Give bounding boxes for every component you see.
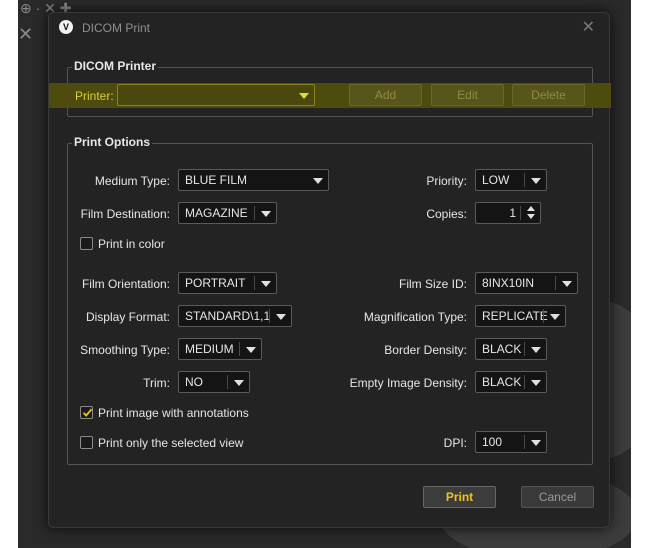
combo-separator [269, 309, 270, 323]
film-orientation-select[interactable]: PORTRAIT [178, 272, 277, 294]
chevron-down-icon [313, 178, 323, 184]
trim-value: NO [185, 375, 203, 389]
display-format-value: STANDARD\1,1 [185, 309, 271, 323]
combo-separator [239, 342, 240, 356]
dpi-value: 100 [482, 435, 503, 449]
magnification-type-label: Magnification Type: [363, 310, 467, 324]
empty-image-density-value: BLACK [482, 375, 522, 389]
border-density-label: Border Density: [384, 343, 467, 357]
combo-separator [524, 435, 525, 449]
film-size-id-value: 8INX10IN [482, 276, 535, 290]
app-logo-icon: V [59, 20, 73, 34]
dicom-printer-group-title: DICOM Printer [72, 59, 159, 73]
film-size-id-label: Film Size ID: [398, 277, 467, 291]
combo-separator [555, 276, 556, 290]
priority-value: LOW [482, 173, 510, 187]
chevron-down-icon [531, 178, 541, 184]
chevron-down-icon [234, 380, 244, 386]
checkmark-icon [82, 408, 93, 417]
dpi-label: DPI: [443, 436, 467, 450]
chevron-down-icon [562, 281, 572, 287]
smoothing-type-label: Smoothing Type: [80, 343, 170, 357]
print-in-color-label: Print in color [98, 237, 165, 251]
film-orientation-label: Film Orientation: [81, 277, 170, 291]
dialog-title: DICOM Print [82, 21, 151, 35]
medium-type-label: Medium Type: [94, 174, 170, 188]
print-selected-view-checkbox[interactable] [80, 436, 93, 449]
trim-select[interactable]: NO [178, 371, 250, 393]
dpi-select[interactable]: 100 [475, 431, 547, 453]
copies-value: 1 [509, 206, 516, 220]
combo-separator [543, 309, 544, 323]
copies-label: Copies: [426, 207, 467, 221]
dialog-titlebar: V DICOM Print ✕ [49, 13, 609, 43]
spin-down-icon[interactable] [527, 214, 535, 219]
empty-image-density-label: Empty Image Density: [349, 376, 467, 390]
trim-label: Trim: [143, 376, 170, 390]
film-destination-select[interactable]: MAGAZINE [178, 202, 277, 224]
spin-up-icon[interactable] [527, 206, 535, 211]
magnification-type-select[interactable]: REPLICATE [475, 305, 566, 327]
print-annotations-checkbox[interactable] [80, 406, 93, 419]
print-selected-view-label: Print only the selected view [98, 436, 244, 450]
display-format-select[interactable]: STANDARD\1,1 [178, 305, 292, 327]
delete-printer-button[interactable]: Delete [512, 84, 585, 106]
add-printer-button[interactable]: Add [349, 84, 422, 106]
printer-select[interactable] [117, 84, 315, 106]
dicom-print-dialog: V DICOM Print ✕ DICOM Printer Printer: A… [48, 12, 611, 528]
combo-separator [524, 342, 525, 356]
edit-printer-button[interactable]: Edit [431, 84, 504, 106]
print-in-color-checkbox[interactable] [80, 237, 93, 250]
chevron-down-icon [276, 314, 286, 320]
chevron-down-icon [261, 281, 271, 287]
film-orientation-value: PORTRAIT [185, 276, 246, 290]
film-destination-value: MAGAZINE [185, 206, 248, 220]
combo-separator [254, 276, 255, 290]
close-icon[interactable]: ✕ [582, 17, 595, 37]
film-size-id-select[interactable]: 8INX10IN [475, 272, 578, 294]
print-button[interactable]: Print [423, 486, 496, 508]
chevron-down-icon [246, 347, 256, 353]
printer-label: Printer: [75, 89, 114, 103]
cancel-button[interactable]: Cancel [521, 486, 594, 508]
combo-separator [254, 206, 255, 220]
border-density-select[interactable]: BLACK [475, 338, 547, 360]
chevron-down-icon [299, 93, 309, 99]
empty-image-density-select[interactable]: BLACK [475, 371, 547, 393]
chevron-down-icon [531, 380, 541, 386]
priority-select[interactable]: LOW [475, 169, 547, 191]
chevron-down-icon [550, 314, 560, 320]
medium-type-select[interactable]: BLUE FILM [178, 169, 329, 191]
priority-label: Priority: [426, 174, 467, 188]
film-destination-label: Film Destination: [80, 207, 170, 221]
smoothing-type-value: MEDIUM [185, 342, 234, 356]
print-options-group-title: Print Options [72, 135, 152, 149]
combo-separator [524, 173, 525, 187]
print-annotations-label: Print image with annotations [98, 406, 249, 420]
medium-type-value: BLUE FILM [185, 173, 248, 187]
copies-spinbox[interactable]: 1 [475, 202, 541, 224]
combo-separator [227, 375, 228, 389]
chevron-down-icon [531, 347, 541, 353]
smoothing-type-select[interactable]: MEDIUM [178, 338, 262, 360]
chevron-down-icon [261, 211, 271, 217]
border-density-value: BLACK [482, 342, 522, 356]
chevron-down-icon [531, 440, 541, 446]
spin-separator [520, 206, 521, 220]
combo-separator [524, 375, 525, 389]
display-format-label: Display Format: [85, 310, 170, 324]
background-close-icon[interactable]: ✕ [18, 24, 33, 45]
magnification-type-value: REPLICATE [482, 309, 548, 323]
